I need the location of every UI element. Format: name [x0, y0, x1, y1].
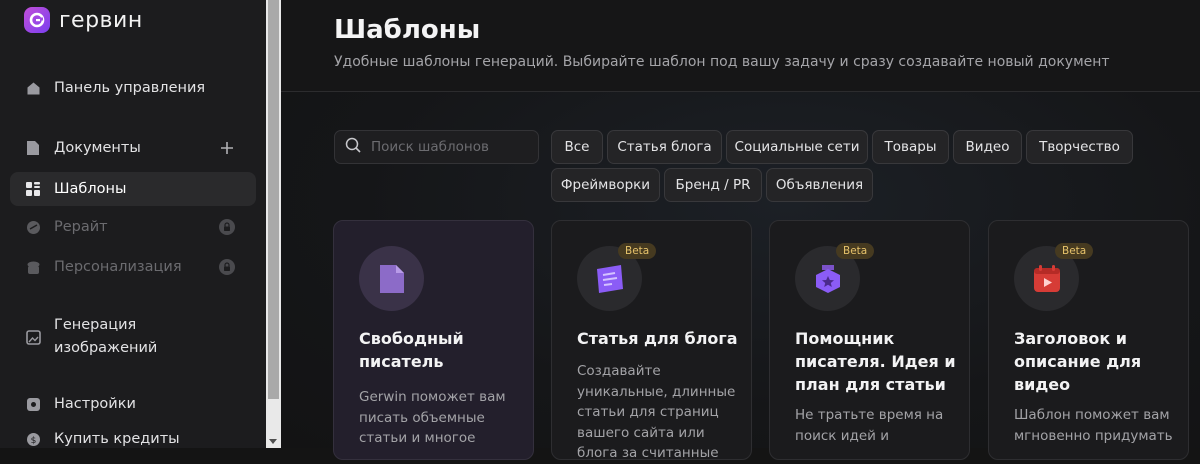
card-title: Статья для блога — [577, 329, 738, 348]
logo[interactable]: гервин — [24, 7, 143, 33]
card-description: Создавайте уникальные, длинные статьи дл… — [577, 363, 736, 461]
beta-badge: Beta — [618, 243, 657, 259]
sidebar-item-label: Панель управления — [54, 80, 206, 96]
template-card[interactable]: Beta Помощник писателя. Идея и план для … — [769, 220, 970, 460]
sidebar-item-label: Настройки — [54, 396, 136, 412]
template-card[interactable]: Beta Заголовок и описание для видео Шабл… — [988, 220, 1189, 460]
lock-icon — [218, 218, 236, 236]
persona-icon — [25, 259, 41, 275]
filter-chip-frameworks[interactable]: Фреймворки — [551, 168, 660, 202]
sidebar-item-label: Шаблоны — [54, 181, 127, 197]
page-header: Шаблоны Удобные шаблоны генераций. Выбир… — [281, 0, 1200, 92]
sidebar-item-dashboard[interactable]: Панель управления — [10, 71, 256, 105]
sidebar-item-buy-credits[interactable]: $ Купить кредиты — [10, 422, 256, 456]
filter-chip-video[interactable]: Видео — [953, 130, 1022, 164]
sidebar-item-image-generation[interactable]: Генерация изображений — [10, 312, 256, 362]
card-description: Шаблон поможет вам мгновенно придумать — [1014, 407, 1173, 444]
home-icon — [25, 80, 41, 96]
sidebar-item-settings[interactable]: Настройки — [10, 387, 256, 421]
document-icon — [359, 246, 424, 311]
search-box[interactable] — [334, 130, 539, 164]
sidebar-item-rewrite[interactable]: Рерайт — [10, 210, 256, 244]
sidebar-item-documents[interactable]: Документы — [10, 131, 256, 165]
scroll-down-arrow-icon[interactable] — [269, 439, 277, 444]
rewrite-icon — [25, 219, 41, 235]
settings-icon — [25, 396, 41, 412]
gerwin-logo-icon — [24, 7, 50, 33]
beta-badge: Beta — [836, 243, 875, 259]
filter-chip-all[interactable]: Все — [551, 130, 603, 164]
filter-chip-products[interactable]: Товары — [872, 130, 949, 164]
sidebar-item-templates[interactable]: Шаблоны — [10, 172, 256, 206]
sidebar: гервин Панель управления Документы Шабло… — [0, 0, 266, 448]
lock-icon — [218, 258, 236, 276]
scrollbar-thumb[interactable] — [268, 0, 279, 399]
image-icon — [25, 329, 41, 345]
card-title: Свободный писатель — [359, 329, 464, 371]
page-title: Шаблоны — [334, 15, 481, 45]
card-description: Gerwin поможет вам писать объемные стать… — [359, 389, 506, 446]
page-subtitle: Удобные шаблоны генераций. Выбирайте шаб… — [334, 54, 1110, 70]
filter-chip-social[interactable]: Социальные сети — [726, 130, 868, 164]
sidebar-item-personalization[interactable]: Персонализация — [10, 250, 256, 284]
sidebar-item-label: Генерация изображений — [54, 317, 158, 356]
filter-chip-brand-pr[interactable]: Бренд / PR — [664, 168, 762, 202]
card-title: Заголовок и описание для видео — [1014, 329, 1142, 394]
sidebar-item-label: Документы — [54, 140, 141, 156]
filter-chip-creative[interactable]: Творчество — [1026, 130, 1133, 164]
template-card[interactable]: Свободный писатель Gerwin поможет вам пи… — [333, 220, 534, 460]
document-icon — [25, 140, 41, 156]
card-title: Помощник писателя. Идея и план для стать… — [795, 329, 956, 394]
search-icon — [345, 137, 361, 157]
plus-icon[interactable] — [218, 139, 236, 157]
sidebar-scrollbar[interactable] — [266, 0, 281, 448]
template-card[interactable]: Beta Статья для блога Создавайте уникаль… — [551, 220, 752, 461]
wallet-icon: $ — [25, 431, 41, 447]
search-input[interactable] — [371, 139, 521, 155]
beta-badge: Beta — [1055, 243, 1094, 259]
svg-text:$: $ — [30, 436, 36, 446]
grid-icon — [25, 181, 41, 197]
card-description: Не тратьте время на поиск идей и — [795, 407, 944, 444]
sidebar-item-label: Персонализация — [54, 259, 182, 275]
main-content: Шаблоны Удобные шаблоны генераций. Выбир… — [281, 0, 1200, 461]
sidebar-item-label: Рерайт — [54, 219, 108, 235]
filter-chip-blog[interactable]: Статья блога — [607, 130, 722, 164]
logo-text: гервин — [59, 7, 143, 33]
filter-chip-ads[interactable]: Объявления — [766, 168, 873, 202]
sidebar-item-label: Купить кредиты — [54, 431, 180, 447]
